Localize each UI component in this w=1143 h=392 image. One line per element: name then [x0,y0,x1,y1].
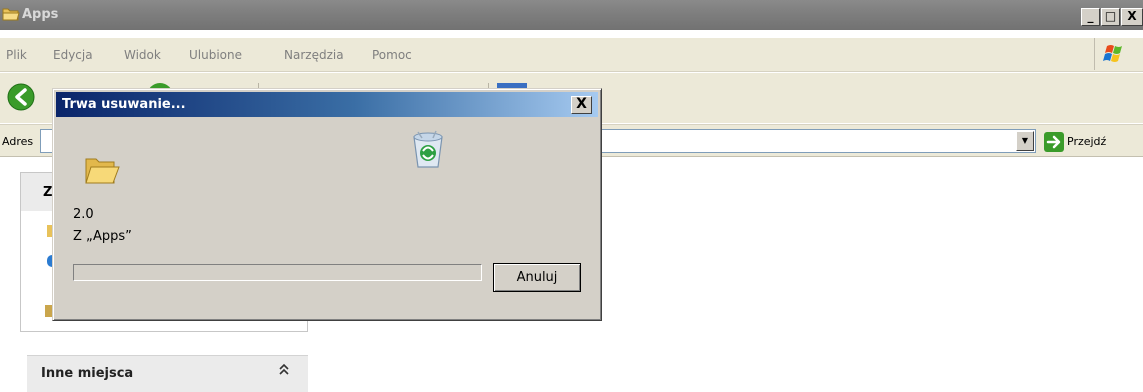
menu-tools[interactable]: Narzędzia [284,48,344,62]
close-button[interactable]: X [1121,8,1143,26]
menu-bar: Plik Edycja Widok Ulubione Narzędzia Pom… [0,38,1143,72]
dialog-titlebar: Trwa usuwanie... X [56,92,598,117]
menu-favorites[interactable]: Ulubione [189,48,242,62]
minimize-button[interactable]: _ [1081,8,1100,26]
chevron-up-icon[interactable] [278,363,290,381]
menu-file[interactable]: Plik [6,48,27,62]
delete-progress-bar [73,264,482,281]
menu-edit[interactable]: Edycja [53,48,93,62]
go-button[interactable]: Przejdź [1044,130,1143,154]
deleting-from-text: Z „Apps” [73,229,132,244]
go-arrow-icon [1044,132,1064,155]
window-title: Apps [22,7,59,22]
folder-open-icon [84,153,120,190]
maximize-button[interactable]: □ [1101,8,1120,26]
address-label: Adres [2,135,34,148]
go-label: Przejdź [1067,135,1107,148]
cancel-button[interactable]: Anuluj [493,263,581,292]
folder-icon [2,6,20,25]
recycle-bin-icon [408,129,448,174]
windows-logo-icon [1094,38,1130,70]
window-titlebar: Apps _ □ X [0,0,1143,30]
dialog-title: Trwa usuwanie... [62,97,186,112]
menu-help[interactable]: Pomoc [372,48,412,62]
dialog-close-button[interactable]: X [571,96,592,114]
address-dropdown-button[interactable]: ▼ [1016,131,1034,151]
other-places-title: Inne miejsca [41,366,134,381]
deleting-item-name: 2.0 [73,207,94,222]
delete-progress-dialog: Trwa usuwanie... X 2.0 Z „Apps” Anuluj [52,88,602,321]
back-arrow-icon[interactable] [6,82,36,115]
menu-view[interactable]: Widok [124,48,161,62]
other-places-header[interactable]: Inne miejsca [27,355,308,392]
